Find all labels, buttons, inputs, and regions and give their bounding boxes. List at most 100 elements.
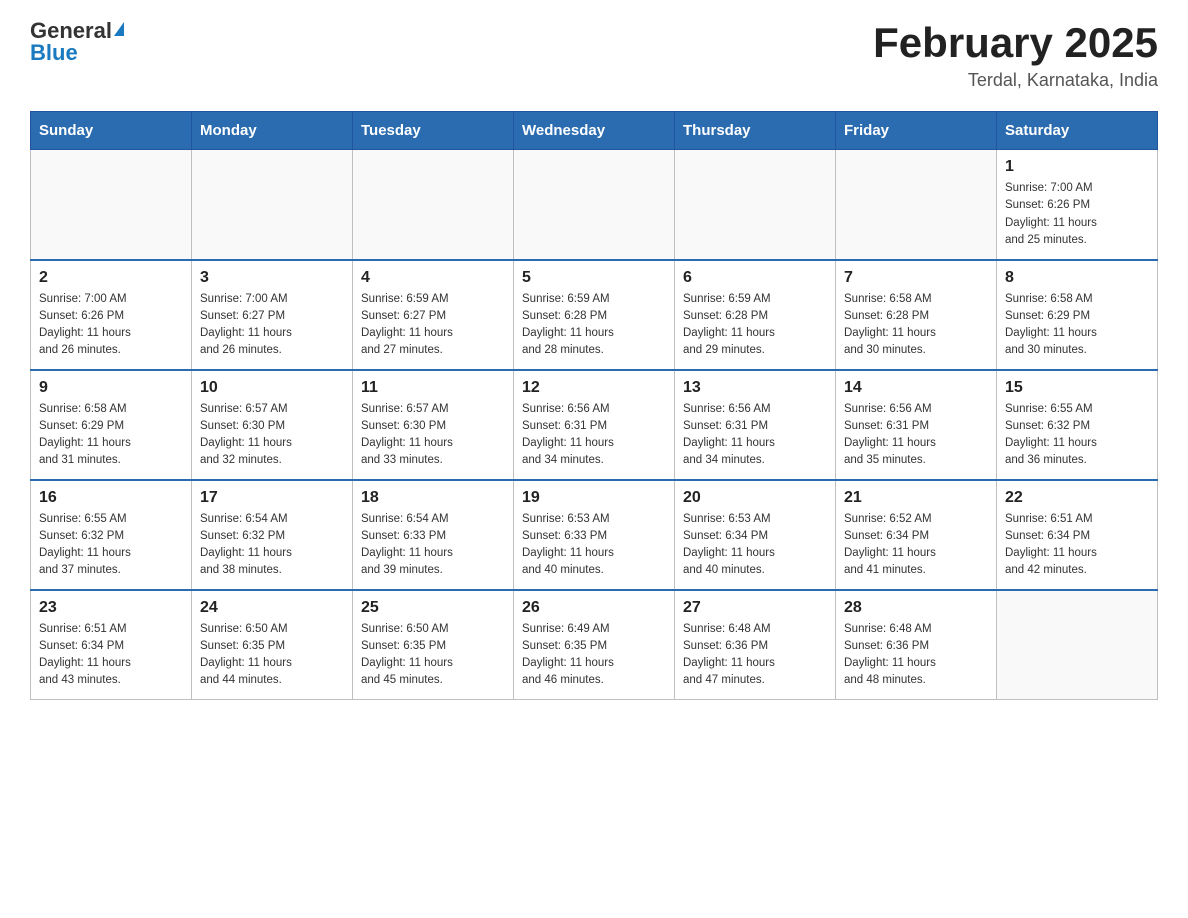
day-number: 15 <box>1005 379 1149 397</box>
day-number: 22 <box>1005 489 1149 507</box>
day-number: 10 <box>200 379 344 397</box>
calendar-cell <box>836 150 997 260</box>
day-info: Sunrise: 6:58 AMSunset: 6:29 PMDaylight:… <box>1005 291 1149 360</box>
day-number: 11 <box>361 379 505 397</box>
logo-general-text: General <box>30 20 124 42</box>
day-info: Sunrise: 6:55 AMSunset: 6:32 PMDaylight:… <box>1005 401 1149 470</box>
calendar-cell: 7 Sunrise: 6:58 AMSunset: 6:28 PMDaylight… <box>836 260 997 370</box>
day-info: Sunrise: 6:58 AMSunset: 6:28 PMDaylight:… <box>844 291 988 360</box>
day-number: 4 <box>361 269 505 287</box>
day-info: Sunrise: 6:58 AMSunset: 6:29 PMDaylight:… <box>39 401 183 470</box>
calendar-week-row: 16 Sunrise: 6:55 AMSunset: 6:32 PMDayligh… <box>31 480 1158 590</box>
day-info: Sunrise: 6:48 AMSunset: 6:36 PMDaylight:… <box>683 621 827 690</box>
day-number: 20 <box>683 489 827 507</box>
day-info: Sunrise: 6:50 AMSunset: 6:35 PMDaylight:… <box>200 621 344 690</box>
day-number: 26 <box>522 599 666 617</box>
calendar-cell: 19 Sunrise: 6:53 AMSunset: 6:33 PMDayligh… <box>514 480 675 590</box>
day-number: 25 <box>361 599 505 617</box>
day-number: 7 <box>844 269 988 287</box>
calendar-cell <box>31 150 192 260</box>
logo-triangle-icon <box>114 22 124 36</box>
day-info: Sunrise: 6:54 AMSunset: 6:32 PMDaylight:… <box>200 511 344 580</box>
day-info: Sunrise: 6:55 AMSunset: 6:32 PMDaylight:… <box>39 511 183 580</box>
day-info: Sunrise: 6:48 AMSunset: 6:36 PMDaylight:… <box>844 621 988 690</box>
calendar-cell <box>514 150 675 260</box>
day-info: Sunrise: 6:56 AMSunset: 6:31 PMDaylight:… <box>844 401 988 470</box>
day-number: 13 <box>683 379 827 397</box>
calendar-table: SundayMondayTuesdayWednesdayThursdayFrid… <box>30 111 1158 700</box>
day-info: Sunrise: 6:51 AMSunset: 6:34 PMDaylight:… <box>39 621 183 690</box>
calendar-cell: 8 Sunrise: 6:58 AMSunset: 6:29 PMDaylight… <box>997 260 1158 370</box>
calendar-cell: 5 Sunrise: 6:59 AMSunset: 6:28 PMDaylight… <box>514 260 675 370</box>
day-number: 12 <box>522 379 666 397</box>
day-info: Sunrise: 6:53 AMSunset: 6:33 PMDaylight:… <box>522 511 666 580</box>
calendar-cell: 26 Sunrise: 6:49 AMSunset: 6:35 PMDayligh… <box>514 590 675 700</box>
day-number: 2 <box>39 269 183 287</box>
weekday-header-monday: Monday <box>192 112 353 150</box>
day-info: Sunrise: 6:52 AMSunset: 6:34 PMDaylight:… <box>844 511 988 580</box>
day-info: Sunrise: 6:56 AMSunset: 6:31 PMDaylight:… <box>683 401 827 470</box>
calendar-cell: 20 Sunrise: 6:53 AMSunset: 6:34 PMDayligh… <box>675 480 836 590</box>
day-info: Sunrise: 6:51 AMSunset: 6:34 PMDaylight:… <box>1005 511 1149 580</box>
day-info: Sunrise: 6:49 AMSunset: 6:35 PMDaylight:… <box>522 621 666 690</box>
day-info: Sunrise: 6:59 AMSunset: 6:28 PMDaylight:… <box>683 291 827 360</box>
calendar-cell: 25 Sunrise: 6:50 AMSunset: 6:35 PMDayligh… <box>353 590 514 700</box>
page-header: General Blue February 2025 Terdal, Karna… <box>30 20 1158 91</box>
day-info: Sunrise: 7:00 AMSunset: 6:26 PMDaylight:… <box>1005 180 1149 249</box>
calendar-cell: 12Sunrise: 6:56 AMSunset: 6:31 PMDayligh… <box>514 370 675 480</box>
weekday-header-sunday: Sunday <box>31 112 192 150</box>
calendar-cell: 16 Sunrise: 6:55 AMSunset: 6:32 PMDayligh… <box>31 480 192 590</box>
location-text: Terdal, Karnataka, India <box>873 70 1158 91</box>
title-area: February 2025 Terdal, Karnataka, India <box>873 20 1158 91</box>
calendar-cell: 17 Sunrise: 6:54 AMSunset: 6:32 PMDayligh… <box>192 480 353 590</box>
calendar-cell <box>192 150 353 260</box>
weekday-header-friday: Friday <box>836 112 997 150</box>
calendar-week-row: 23 Sunrise: 6:51 AMSunset: 6:34 PMDayligh… <box>31 590 1158 700</box>
day-number: 23 <box>39 599 183 617</box>
day-info: Sunrise: 6:50 AMSunset: 6:35 PMDaylight:… <box>361 621 505 690</box>
day-number: 8 <box>1005 269 1149 287</box>
calendar-cell: 27 Sunrise: 6:48 AMSunset: 6:36 PMDayligh… <box>675 590 836 700</box>
calendar-cell: 22 Sunrise: 6:51 AMSunset: 6:34 PMDayligh… <box>997 480 1158 590</box>
day-info: Sunrise: 7:00 AMSunset: 6:26 PMDaylight:… <box>39 291 183 360</box>
day-number: 19 <box>522 489 666 507</box>
day-number: 3 <box>200 269 344 287</box>
day-info: Sunrise: 6:53 AMSunset: 6:34 PMDaylight:… <box>683 511 827 580</box>
calendar-cell <box>353 150 514 260</box>
day-info: Sunrise: 6:59 AMSunset: 6:27 PMDaylight:… <box>361 291 505 360</box>
calendar-header-row: SundayMondayTuesdayWednesdayThursdayFrid… <box>31 112 1158 150</box>
day-number: 24 <box>200 599 344 617</box>
calendar-cell: 4 Sunrise: 6:59 AMSunset: 6:27 PMDaylight… <box>353 260 514 370</box>
month-title: February 2025 <box>873 20 1158 66</box>
day-number: 5 <box>522 269 666 287</box>
calendar-cell: 11 Sunrise: 6:57 AMSunset: 6:30 PMDayligh… <box>353 370 514 480</box>
day-info: Sunrise: 6:57 AMSunset: 6:30 PMDaylight:… <box>200 401 344 470</box>
calendar-cell: 2 Sunrise: 7:00 AMSunset: 6:26 PMDaylight… <box>31 260 192 370</box>
calendar-cell: 14Sunrise: 6:56 AMSunset: 6:31 PMDayligh… <box>836 370 997 480</box>
calendar-cell: 23 Sunrise: 6:51 AMSunset: 6:34 PMDayligh… <box>31 590 192 700</box>
day-number: 9 <box>39 379 183 397</box>
day-info: Sunrise: 6:57 AMSunset: 6:30 PMDaylight:… <box>361 401 505 470</box>
calendar-cell: 3 Sunrise: 7:00 AMSunset: 6:27 PMDaylight… <box>192 260 353 370</box>
day-info: Sunrise: 7:00 AMSunset: 6:27 PMDaylight:… <box>200 291 344 360</box>
weekday-header-thursday: Thursday <box>675 112 836 150</box>
day-info: Sunrise: 6:59 AMSunset: 6:28 PMDaylight:… <box>522 291 666 360</box>
calendar-cell: 24 Sunrise: 6:50 AMSunset: 6:35 PMDayligh… <box>192 590 353 700</box>
day-number: 1 <box>1005 158 1149 176</box>
logo: General Blue <box>30 20 124 64</box>
day-number: 16 <box>39 489 183 507</box>
weekday-header-tuesday: Tuesday <box>353 112 514 150</box>
day-info: Sunrise: 6:54 AMSunset: 6:33 PMDaylight:… <box>361 511 505 580</box>
day-number: 28 <box>844 599 988 617</box>
calendar-cell: 10 Sunrise: 6:57 AMSunset: 6:30 PMDayligh… <box>192 370 353 480</box>
calendar-cell: 15 Sunrise: 6:55 AMSunset: 6:32 PMDayligh… <box>997 370 1158 480</box>
calendar-cell: 21 Sunrise: 6:52 AMSunset: 6:34 PMDayligh… <box>836 480 997 590</box>
day-number: 21 <box>844 489 988 507</box>
day-number: 17 <box>200 489 344 507</box>
day-number: 27 <box>683 599 827 617</box>
calendar-cell: 28 Sunrise: 6:48 AMSunset: 6:36 PMDayligh… <box>836 590 997 700</box>
day-number: 18 <box>361 489 505 507</box>
calendar-cell: 9 Sunrise: 6:58 AMSunset: 6:29 PMDaylight… <box>31 370 192 480</box>
day-number: 6 <box>683 269 827 287</box>
calendar-week-row: 2 Sunrise: 7:00 AMSunset: 6:26 PMDaylight… <box>31 260 1158 370</box>
